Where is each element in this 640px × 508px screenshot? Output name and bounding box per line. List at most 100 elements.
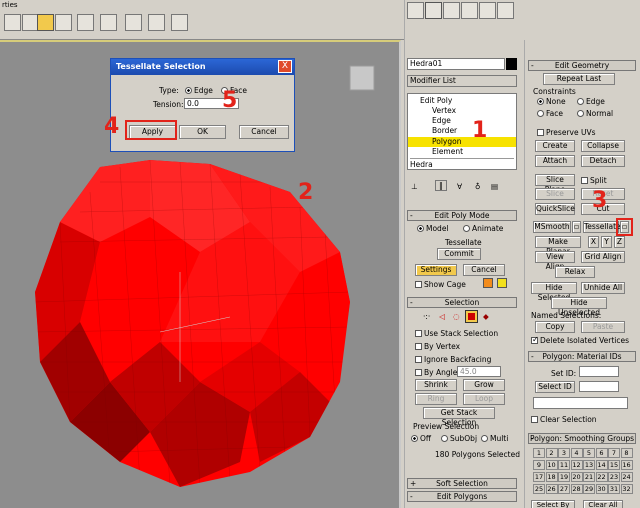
modify-tab-icon[interactable] xyxy=(425,2,442,19)
smoothing-group-button[interactable]: 27 xyxy=(558,484,570,494)
planar-y-button[interactable]: Y xyxy=(601,236,612,248)
object-name-input[interactable]: Hedra01 xyxy=(407,58,505,70)
object-color-swatch[interactable] xyxy=(506,58,517,70)
select-id-button[interactable]: Select ID xyxy=(535,381,575,393)
get-stack-selection-button[interactable]: Get Stack Selection xyxy=(423,407,495,427)
view-align-button[interactable]: View Align xyxy=(535,251,575,271)
region-select-icon[interactable] xyxy=(77,14,94,31)
delete-isolated-checkbox[interactable]: Delete Isolated Vertices xyxy=(531,335,629,345)
smoothing-group-button[interactable]: 23 xyxy=(608,472,620,482)
smoothing-group-button[interactable]: 15 xyxy=(608,460,620,470)
smoothing-group-button[interactable]: 9 xyxy=(533,460,545,470)
preview-off-radio[interactable]: Off xyxy=(411,434,431,443)
animate-radio[interactable]: Animate xyxy=(463,224,503,233)
material-ids-rollout[interactable]: - Polygon: Material IDs xyxy=(528,351,636,362)
smoothing-group-button[interactable]: 19 xyxy=(558,472,570,482)
smoothing-group-button[interactable]: 6 xyxy=(595,448,608,458)
smoothing-group-button[interactable]: 22 xyxy=(595,472,608,482)
stack-item-edit-poly[interactable]: Edit Poly xyxy=(420,96,452,105)
select-by-name-icon[interactable] xyxy=(55,14,72,31)
select-id-input[interactable] xyxy=(579,381,619,392)
clear-selection-checkbox[interactable]: Clear Selection xyxy=(531,415,597,424)
constraint-face-radio[interactable]: Face xyxy=(537,109,563,118)
ok-button[interactable]: OK xyxy=(179,125,226,139)
preserve-uvs-checkbox[interactable]: Preserve UVs xyxy=(537,128,596,137)
pin-stack-icon[interactable]: ⊥ xyxy=(411,182,418,191)
smoothing-group-button[interactable]: 21 xyxy=(583,472,595,482)
planar-x-button[interactable]: X xyxy=(588,236,599,248)
make-unique-icon[interactable]: ∀ xyxy=(457,182,462,191)
select-object-icon[interactable] xyxy=(37,14,54,31)
planar-z-button[interactable]: Z xyxy=(614,236,625,248)
msmooth-button[interactable]: MSmooth xyxy=(533,221,571,233)
cancel-op-button[interactable]: Cancel xyxy=(463,264,505,276)
stack-item-element[interactable]: Element xyxy=(432,147,463,156)
set-id-input[interactable] xyxy=(579,366,619,377)
edge-mode-icon[interactable]: ◁ xyxy=(439,312,445,321)
vertex-mode-icon[interactable]: ·:· xyxy=(423,312,430,321)
quickslice-button[interactable]: QuickSlice xyxy=(535,203,575,215)
element-mode-icon[interactable]: ◆ xyxy=(483,312,489,321)
by-angle-checkbox[interactable]: By Angle: xyxy=(415,368,460,377)
collapse-button[interactable]: Collapse xyxy=(581,140,625,152)
create-button[interactable]: Create xyxy=(535,140,575,152)
smoothing-groups-rollout[interactable]: - Polygon: Smoothing Groups xyxy=(528,433,636,444)
hide-unselected-button[interactable]: Hide Unselected xyxy=(551,297,607,317)
stack-item-polygon[interactable]: Polygon xyxy=(432,137,461,146)
select-rotate-icon[interactable] xyxy=(148,14,165,31)
cage-color-swatch[interactable] xyxy=(483,278,493,288)
smoothing-group-button[interactable]: 4 xyxy=(570,448,583,458)
select-by-sg-button[interactable]: Select By SG xyxy=(531,500,575,508)
msmooth-settings-icon[interactable]: ▫ xyxy=(572,221,581,233)
paste-button[interactable]: Paste xyxy=(581,321,625,333)
smoothing-group-button[interactable]: 29 xyxy=(583,484,595,494)
show-cage-checkbox[interactable]: Show Cage xyxy=(415,280,466,289)
stack-item-edge[interactable]: Edge xyxy=(432,116,451,125)
smoothing-group-button[interactable]: 25 xyxy=(533,484,545,494)
smoothing-group-button[interactable]: 16 xyxy=(620,460,633,470)
ring-button[interactable]: Ring xyxy=(415,393,457,405)
by-vertex-checkbox[interactable]: By Vertex xyxy=(415,342,460,351)
stack-item-hedra[interactable]: Hedra xyxy=(410,158,514,169)
smoothing-group-button[interactable]: 8 xyxy=(620,448,633,458)
preview-subobj-radio[interactable]: SubObj xyxy=(441,434,477,443)
configure-sets-icon[interactable]: ▤ xyxy=(491,182,498,191)
type-edge-radio[interactable]: Edge xyxy=(185,86,213,95)
shrink-button[interactable]: Shrink xyxy=(415,379,457,391)
smoothing-group-button[interactable]: 18 xyxy=(545,472,558,482)
selection-rollout[interactable]: - Selection xyxy=(407,297,517,308)
commit-button[interactable]: Commit xyxy=(437,248,481,260)
edit-polygons-rollout[interactable]: - Edit Polygons xyxy=(407,491,517,502)
display-tab-icon[interactable] xyxy=(479,2,496,19)
smoothing-group-button[interactable]: 2 xyxy=(545,448,558,458)
smoothing-group-button[interactable]: 5 xyxy=(583,448,595,458)
grid-align-button[interactable]: Grid Align xyxy=(581,251,625,263)
constraint-none-radio[interactable]: None xyxy=(537,97,566,106)
loop-button[interactable]: Loop xyxy=(463,393,505,405)
smoothing-group-button[interactable]: 32 xyxy=(620,484,633,494)
unhide-all-button[interactable]: Unhide All xyxy=(581,282,625,294)
hide-selected-button[interactable]: Hide Selected xyxy=(531,282,577,302)
relax-button[interactable]: Relax xyxy=(555,266,595,278)
edit-geometry-rollout[interactable]: - Edit Geometry xyxy=(528,60,636,71)
smoothing-group-button[interactable]: 17 xyxy=(533,472,545,482)
motion-tab-icon[interactable] xyxy=(461,2,478,19)
cage-selected-swatch[interactable] xyxy=(497,278,507,288)
constraint-normal-radio[interactable]: Normal xyxy=(577,109,613,118)
use-stack-selection-checkbox[interactable]: Use Stack Selection xyxy=(415,329,498,338)
polygon-mode-icon[interactable] xyxy=(465,310,478,323)
edit-poly-mode-rollout[interactable]: - Edit Poly Mode xyxy=(407,210,517,221)
repeat-last-button[interactable]: Repeat Last xyxy=(543,73,615,85)
grow-button[interactable]: Grow xyxy=(463,379,505,391)
settings-button[interactable]: Settings xyxy=(415,264,457,276)
smoothing-group-button[interactable]: 3 xyxy=(558,448,570,458)
smoothing-group-button[interactable]: 13 xyxy=(583,460,595,470)
smoothing-group-button[interactable]: 14 xyxy=(595,460,608,470)
smoothing-group-button[interactable]: 28 xyxy=(570,484,583,494)
utilities-tab-icon[interactable] xyxy=(497,2,514,19)
smoothing-group-button[interactable]: 24 xyxy=(620,472,633,482)
smoothing-group-button[interactable]: 1 xyxy=(533,448,545,458)
detach-button[interactable]: Detach xyxy=(581,155,625,167)
smoothing-group-button[interactable]: 12 xyxy=(570,460,583,470)
clear-all-button[interactable]: Clear All xyxy=(583,500,623,508)
